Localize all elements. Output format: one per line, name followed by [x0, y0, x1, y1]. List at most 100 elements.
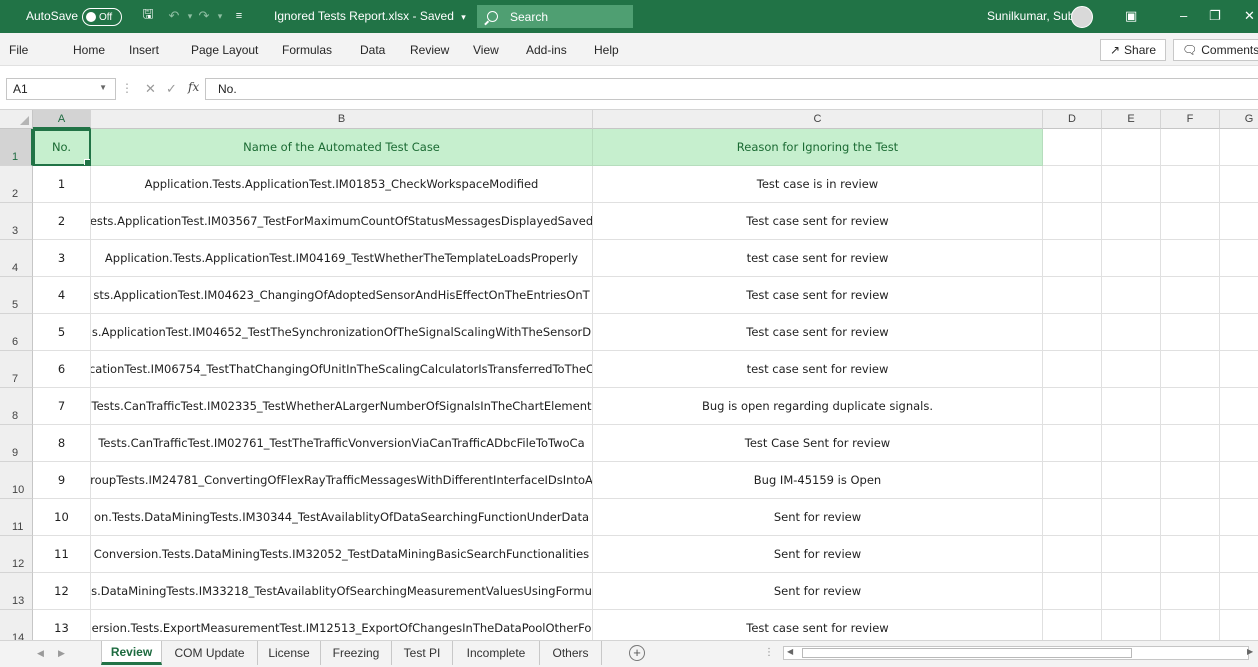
tab-formulas[interactable]: Formulas — [282, 43, 332, 57]
cell-reason[interactable]: test case sent for review — [593, 351, 1043, 388]
row-header[interactable]: 6 — [0, 314, 33, 351]
column-header-f[interactable]: F — [1161, 110, 1220, 129]
empty-cell[interactable] — [1220, 166, 1258, 203]
empty-cell[interactable] — [1102, 388, 1161, 425]
row-header[interactable]: 2 — [0, 166, 33, 203]
row-header[interactable]: 5 — [0, 277, 33, 314]
empty-cell[interactable] — [1043, 240, 1102, 277]
empty-cell[interactable] — [1220, 462, 1258, 499]
cell-test-name[interactable]: ersion.Tests.ExportMeasurementTest.IM125… — [91, 610, 593, 640]
empty-cell[interactable] — [1102, 277, 1161, 314]
empty-cell[interactable] — [1102, 499, 1161, 536]
cell-reason[interactable]: test case sent for review — [593, 240, 1043, 277]
cell-reason[interactable]: Sent for review — [593, 499, 1043, 536]
row-header[interactable]: 10 — [0, 462, 33, 499]
chevron-right-icon[interactable]: ▶ — [58, 648, 65, 659]
empty-cell[interactable] — [1220, 277, 1258, 314]
cell-reason[interactable]: Test case sent for review — [593, 277, 1043, 314]
search-box[interactable]: Search — [477, 5, 633, 28]
restore-icon[interactable]: ❐ — [1209, 8, 1221, 24]
empty-cell[interactable] — [1220, 388, 1258, 425]
cell-reason[interactable]: Sent for review — [593, 536, 1043, 573]
cell-test-name[interactable]: Tests.CanTrafficTest.IM02335_TestWhether… — [91, 388, 593, 425]
cell-test-name[interactable]: Application.Tests.ApplicationTest.IM0416… — [91, 240, 593, 277]
ribbon-display-icon[interactable]: ▣ — [1125, 8, 1137, 24]
cell-test-name[interactable]: Application.Tests.ApplicationTest.IM0185… — [91, 166, 593, 203]
row-header[interactable]: 13 — [0, 573, 33, 610]
empty-cell[interactable] — [1043, 277, 1102, 314]
cell-number[interactable]: 7 — [33, 388, 91, 425]
empty-cell[interactable] — [1161, 203, 1220, 240]
comments-button[interactable]: 🗨 Comments — [1173, 39, 1258, 61]
cell-number[interactable]: 13 — [33, 610, 91, 640]
empty-cell[interactable] — [1102, 425, 1161, 462]
share-button[interactable]: ↗ Share — [1100, 39, 1166, 61]
empty-cell[interactable] — [1043, 203, 1102, 240]
cell-number[interactable]: 1 — [33, 166, 91, 203]
customize-toolbar-icon[interactable]: ≡ — [230, 7, 248, 25]
row-header[interactable]: 3 — [0, 203, 33, 240]
empty-cell[interactable] — [1043, 425, 1102, 462]
row-header[interactable]: 1 — [0, 129, 33, 166]
close-icon[interactable]: ✕ — [1244, 8, 1255, 24]
empty-cell[interactable] — [1161, 351, 1220, 388]
cell-test-name[interactable]: ests.ApplicationTest.IM03567_TestForMaxi… — [91, 203, 593, 240]
empty-cell[interactable] — [1220, 573, 1258, 610]
cell-reason[interactable]: Test case is in review — [593, 166, 1043, 203]
cell-reason[interactable]: Bug is open regarding duplicate signals. — [593, 388, 1043, 425]
tab-file[interactable]: File — [9, 43, 28, 57]
empty-cell[interactable] — [1161, 425, 1220, 462]
sheet-tab-freezing[interactable]: Freezing — [321, 641, 392, 665]
empty-cell[interactable] — [1161, 462, 1220, 499]
empty-cell[interactable] — [1102, 462, 1161, 499]
row-header[interactable]: 11 — [0, 499, 33, 536]
empty-cell[interactable] — [1043, 573, 1102, 610]
row-header[interactable]: 4 — [0, 240, 33, 277]
empty-cell[interactable] — [1043, 129, 1102, 166]
empty-cell[interactable] — [1043, 351, 1102, 388]
column-header-a[interactable]: A — [33, 110, 91, 129]
empty-cell[interactable] — [1043, 610, 1102, 640]
sheet-tab-license[interactable]: License — [258, 641, 321, 665]
cell-number[interactable]: 8 — [33, 425, 91, 462]
cell-test-name[interactable]: sts.ApplicationTest.IM04623_ChangingOfAd… — [91, 277, 593, 314]
cell-test-name[interactable]: s.ApplicationTest.IM04652_TestTheSynchro… — [91, 314, 593, 351]
empty-cell[interactable] — [1043, 388, 1102, 425]
tab-help[interactable]: Help — [594, 43, 619, 57]
tab-view[interactable]: View — [473, 43, 499, 57]
minimize-icon[interactable]: – — [1180, 8, 1187, 23]
empty-cell[interactable] — [1043, 536, 1102, 573]
header-cell-no[interactable]: No. — [33, 129, 91, 166]
header-cell-test-name[interactable]: Name of the Automated Test Case — [91, 129, 593, 166]
header-cell-reason[interactable]: Reason for Ignoring the Test — [593, 129, 1043, 166]
cell-number[interactable]: 10 — [33, 499, 91, 536]
empty-cell[interactable] — [1220, 610, 1258, 640]
cell-number[interactable]: 9 — [33, 462, 91, 499]
column-header-d[interactable]: D — [1043, 110, 1102, 129]
empty-cell[interactable] — [1161, 499, 1220, 536]
empty-cell[interactable] — [1102, 129, 1161, 166]
empty-cell[interactable] — [1102, 536, 1161, 573]
tab-page-layout[interactable]: Page Layout — [191, 43, 258, 57]
select-all-button[interactable] — [0, 110, 33, 129]
tab-data[interactable]: Data — [360, 43, 385, 57]
formula-input[interactable]: No. — [205, 78, 1258, 100]
tab-review[interactable]: Review — [410, 43, 449, 57]
cell-test-name[interactable]: s.DataMiningTests.IM33218_TestAvailablit… — [91, 573, 593, 610]
column-header-g[interactable]: G — [1220, 110, 1258, 129]
autosave-toggle[interactable]: Off — [82, 8, 122, 26]
column-header-e[interactable]: E — [1102, 110, 1161, 129]
cell-reason[interactable]: Bug IM-45159 is Open — [593, 462, 1043, 499]
cell-number[interactable]: 6 — [33, 351, 91, 388]
sheet-tab-incomplete[interactable]: Incomplete — [453, 641, 540, 665]
row-header[interactable]: 12 — [0, 536, 33, 573]
file-name[interactable]: Ignored Tests Report.xlsx - Saved ▾ — [274, 9, 466, 23]
scroll-left-icon[interactable]: ◀ — [787, 647, 793, 656]
sheet-tab-test-pi[interactable]: Test PI — [392, 641, 453, 665]
empty-cell[interactable] — [1102, 610, 1161, 640]
cell-number[interactable]: 4 — [33, 277, 91, 314]
sheet-tab-others[interactable]: Others — [540, 641, 602, 665]
empty-cell[interactable] — [1161, 536, 1220, 573]
empty-cell[interactable] — [1102, 166, 1161, 203]
empty-cell[interactable] — [1220, 499, 1258, 536]
